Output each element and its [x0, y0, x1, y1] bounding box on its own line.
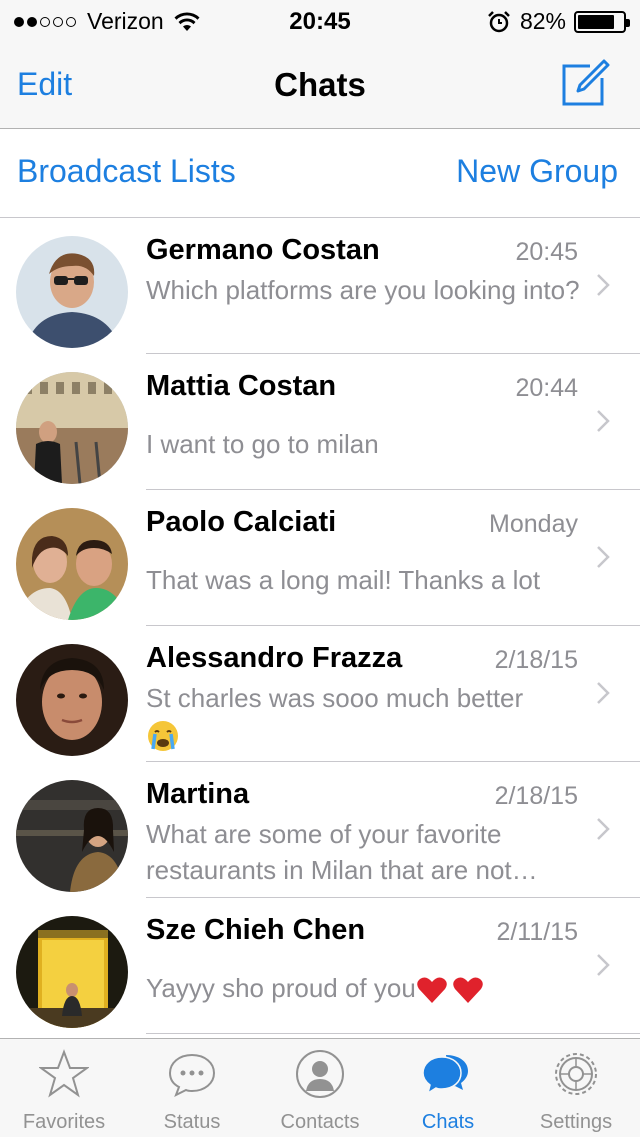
chat-row-martina[interactable]: Martina 2/18/15 What are some of your fa… — [0, 762, 640, 898]
compose-icon[interactable] — [560, 58, 610, 108]
contact-name: Alessandro Frazza — [146, 642, 403, 674]
contact-name: Sze Chieh Chen — [146, 914, 366, 946]
chat-row-germano-costan[interactable]: Germano Costan 20:45 Which platforms are… — [0, 218, 640, 354]
message-time: 20:45 — [515, 238, 578, 266]
status-right: 82% — [488, 8, 630, 35]
chat-row-mattia-costan[interactable]: Mattia Costan 20:44 I want to go to mila… — [0, 354, 640, 490]
avatar — [16, 780, 128, 892]
avatar — [16, 236, 128, 348]
alarm-clock-icon — [488, 10, 510, 32]
chevron-right-icon — [597, 682, 610, 704]
person-icon — [296, 1050, 344, 1098]
message-preview: Which platforms are you looking into? — [146, 275, 580, 305]
message-time: 2/18/15 — [494, 782, 578, 810]
heart-icon — [453, 977, 483, 1004]
contact-name: Martina — [146, 778, 250, 810]
tab-label: Settings — [539, 1111, 613, 1133]
tab-settings[interactable]: Settings — [512, 1039, 640, 1137]
avatar — [16, 508, 128, 620]
message-time: 20:44 — [515, 374, 578, 402]
message-preview: I want to go to milan — [146, 429, 379, 459]
chats-icon — [422, 1055, 468, 1095]
avatar — [16, 644, 128, 756]
tab-chats[interactable]: Chats — [384, 1039, 512, 1137]
tab-label: Chats — [421, 1111, 475, 1133]
tab-bar: Favorites Status Contacts Chats Settings — [0, 1038, 640, 1137]
chat-row-alessandro-frazza[interactable]: Alessandro Frazza 2/18/15 St charles was… — [0, 626, 640, 762]
avatar — [16, 372, 128, 484]
avatar — [16, 916, 128, 1028]
tab-favorites[interactable]: Favorites — [0, 1039, 128, 1137]
message-preview: That was a long mail! Thanks a lot — [146, 565, 541, 595]
crying-face-icon — [148, 721, 178, 752]
message-preview: Yayyy sho proud of you — [146, 970, 586, 1006]
speech-bubble-icon — [168, 1053, 216, 1098]
page-title: Chats — [274, 66, 366, 103]
message-time: Monday — [489, 510, 578, 538]
tab-label: Favorites — [22, 1111, 106, 1133]
star-icon — [39, 1049, 89, 1098]
tab-label: Contacts — [280, 1111, 360, 1133]
contact-name: Paolo Calciati — [146, 506, 337, 538]
message-time: 2/11/15 — [496, 918, 578, 946]
chat-list: Germano Costan 20:45 Which platforms are… — [0, 218, 640, 1034]
tab-contacts[interactable]: Contacts — [256, 1039, 384, 1137]
list-actions-bar: Broadcast Lists New Group — [0, 129, 640, 218]
message-preview: St charles was sooo much better — [146, 680, 586, 753]
heart-icon — [417, 977, 447, 1004]
gear-icon — [555, 1053, 597, 1095]
navigation-bar: Edit Chats — [0, 40, 640, 129]
message-preview-text: Yayyy sho proud of you — [146, 973, 416, 1003]
chat-row-sze-chieh-chen[interactable]: Sze Chieh Chen 2/11/15 Yayyy sho proud o… — [0, 898, 640, 1034]
message-preview: What are some of your favorite restauran… — [146, 819, 512, 885]
chevron-right-icon — [597, 410, 610, 432]
broadcast-lists-button[interactable]: Broadcast Lists — [17, 153, 236, 190]
chevron-right-icon — [597, 546, 610, 568]
status-bar: Verizon 20:45 82% — [0, 0, 640, 40]
tab-status[interactable]: Status — [128, 1039, 256, 1137]
new-group-button[interactable]: New Group — [456, 153, 618, 190]
message-preview-text: St charles was sooo much better — [146, 683, 524, 713]
chevron-right-icon — [597, 954, 610, 976]
battery-icon — [574, 10, 630, 33]
chevron-right-icon — [597, 274, 610, 296]
message-time: 2/18/15 — [494, 646, 578, 674]
contact-name: Mattia Costan — [146, 370, 337, 402]
tab-label: Status — [163, 1111, 221, 1133]
row-divider — [146, 1033, 640, 1034]
contact-name: Germano Costan — [146, 234, 380, 266]
chevron-right-icon — [597, 818, 610, 840]
chat-row-paolo-calciati[interactable]: Paolo Calciati Monday That was a long ma… — [0, 490, 640, 626]
battery-percent: 82% — [519, 8, 566, 34]
